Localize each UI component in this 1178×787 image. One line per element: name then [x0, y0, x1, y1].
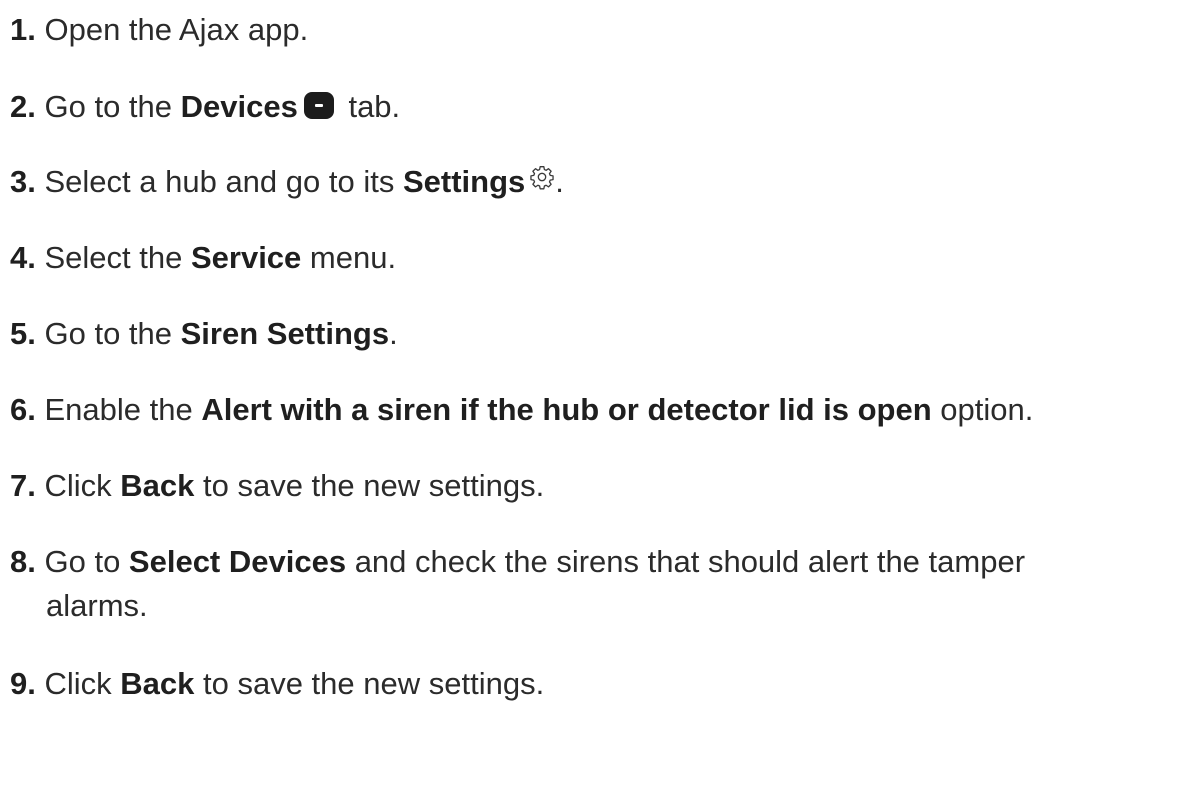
step-number: 8. [10, 544, 36, 579]
step-text-pre: Go to the [44, 89, 181, 124]
step-text-post: . [389, 316, 398, 351]
gear-icon [529, 164, 555, 190]
step-bold-settings: Settings [402, 164, 526, 199]
devices-tab-icon [303, 92, 334, 119]
step-bold-select-devices: Select Devices [128, 544, 347, 579]
step-9: 9. Click Back to save the new settings. [10, 662, 1170, 706]
step-text-post: option. [931, 392, 1034, 427]
step-5: 5. Go to the Siren Settings. [10, 312, 1170, 356]
step-number: 3. [10, 164, 36, 199]
step-number: 9. [10, 666, 36, 701]
step-7: 7. Click Back to save the new settings. [10, 464, 1170, 508]
step-8: 8. Go to Select Devices and check the si… [10, 540, 1170, 628]
step-bold-siren-settings: Siren Settings [180, 316, 390, 351]
step-text-pre: Select a hub and go to its [44, 164, 403, 199]
step-text-pre: Click [44, 666, 121, 701]
step-bold-devices: Devices [180, 89, 298, 124]
step-bold-back: Back [120, 666, 195, 701]
step-text-pre: Click [44, 468, 121, 503]
step-text-post: to save the new settings. [194, 666, 545, 701]
step-text-pre: Select the [44, 240, 191, 275]
step-text-post: and check the sirens that should alert t… [346, 544, 1026, 579]
step-text-continuation: alarms. [46, 588, 148, 623]
step-3: 3. Select a hub and go to its Settings. [10, 160, 1170, 204]
step-text: Open the Ajax app. [44, 12, 309, 47]
step-bold-alert-option: Alert with a siren if the hub or detecto… [201, 392, 932, 427]
step-text-pre: Go to [44, 544, 129, 579]
step-text-post: menu. [301, 240, 397, 275]
instruction-steps: 1. Open the Ajax app. 2. Go to the Devic… [0, 0, 1178, 787]
step-text-post: . [555, 164, 564, 199]
step-2: 2. Go to the Devices tab. [10, 85, 1170, 129]
step-bold-service: Service [190, 240, 302, 275]
step-number: 2. [10, 89, 36, 124]
step-text-pre: Enable the [44, 392, 202, 427]
step-number: 7. [10, 468, 36, 503]
step-6: 6. Enable the Alert with a siren if the … [10, 388, 1170, 432]
step-number: 5. [10, 316, 36, 351]
step-number: 4. [10, 240, 36, 275]
step-number: 1. [10, 12, 36, 47]
step-text-pre: Go to the [44, 316, 181, 351]
step-number: 6. [10, 392, 36, 427]
step-4: 4. Select the Service menu. [10, 236, 1170, 280]
step-bold-back: Back [120, 468, 195, 503]
step-text-post: to save the new settings. [194, 468, 545, 503]
step-text-post: tab. [339, 89, 401, 124]
step-1: 1. Open the Ajax app. [10, 8, 1170, 52]
